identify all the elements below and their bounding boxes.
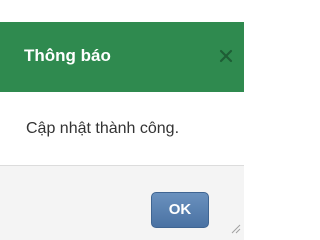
dialog-header: Thông báo	[0, 22, 244, 92]
notification-dialog: Thông báo Cập nhật thành công. OK	[0, 0, 244, 240]
dialog-message: Cập nhật thành công.	[26, 120, 180, 137]
resize-grip-icon[interactable]	[231, 224, 241, 234]
dialog-footer: OK	[0, 166, 244, 240]
dialog-body: Cập nhật thành công.	[0, 92, 244, 166]
ok-button[interactable]: OK	[151, 192, 209, 228]
dialog-title: Thông báo	[24, 46, 111, 65]
close-icon	[216, 44, 238, 68]
close-button[interactable]	[216, 44, 238, 68]
